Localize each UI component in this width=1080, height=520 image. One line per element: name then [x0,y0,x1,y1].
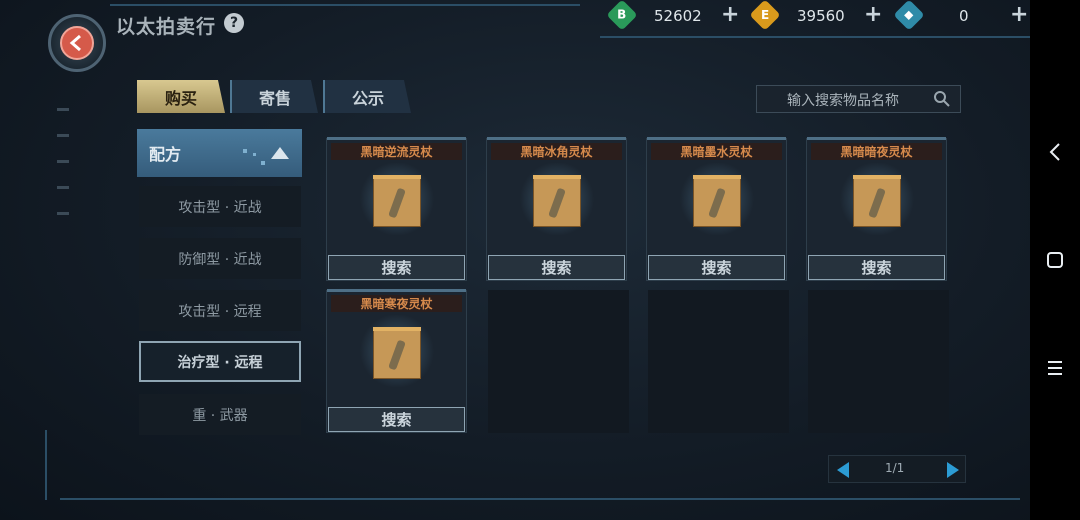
search-item-button[interactable]: 搜索 [808,255,945,280]
currency-b-value: 52602 [654,7,702,25]
currency-e-value: 39560 [797,7,845,25]
currency-e: E [749,0,781,31]
page-title: 以太拍卖行 [116,16,217,38]
tab-announce[interactable]: 公示 [323,80,411,113]
recipe-scroll-icon [853,175,901,227]
search-item-button[interactable]: 搜索 [648,255,785,280]
search-input[interactable]: 输入搜索物品名称 [756,85,961,113]
currency-gem-value: 0 [959,7,969,25]
back-arrow-icon [60,26,94,60]
top-frame-line-right [600,36,1030,38]
side-ticks [57,108,69,238]
tab-buy[interactable]: 购买 [137,80,225,113]
recipe-scroll-icon [373,175,421,227]
item-name: 黑暗冰角灵杖 [491,143,622,160]
search-item-button[interactable]: 搜索 [488,255,625,280]
recipe-scroll-icon [533,175,581,227]
item-card[interactable]: 黑暗寒夜灵杖 搜索 [326,289,467,433]
gem-currency-icon: ◆ [893,0,925,31]
currency-gem: ◆ [893,0,925,31]
card-top-bar [487,137,626,140]
nav-home-icon[interactable] [1030,240,1080,280]
item-card[interactable]: 黑暗暗夜灵杖 搜索 [806,137,947,281]
item-name: 黑暗墨水灵杖 [651,143,782,160]
decor-dot [243,149,247,153]
category-attack-melee[interactable]: 攻击型 · 近战 [139,186,301,227]
bottom-frame-line [60,498,1020,500]
item-card[interactable]: 黑暗逆流灵杖 搜索 [326,137,467,281]
category-header[interactable]: 配方 [137,129,302,177]
category-defense-melee[interactable]: 防御型 · 近战 [139,238,301,279]
item-card[interactable]: 黑暗墨水灵杖 搜索 [646,137,787,281]
e-currency-icon: E [749,0,781,31]
search-item-button[interactable]: 搜索 [328,407,465,432]
search-item-button[interactable]: 搜索 [328,255,465,280]
category-heavy-weapon[interactable]: 重 · 武器 [139,394,301,435]
card-top-bar [327,137,466,140]
next-page-icon[interactable] [947,462,959,478]
collapse-triangle-icon[interactable] [271,147,289,159]
empty-slot [808,290,949,433]
add-e-currency-button[interactable]: + [864,2,882,27]
system-nav-bar [1030,0,1080,520]
help-icon[interactable]: ? [224,13,244,33]
decor-dot [253,153,256,156]
page-indicator: 1/1 [885,461,905,475]
category-attack-ranged[interactable]: 攻击型 · 远程 [139,290,301,331]
category-heal-ranged[interactable]: 治疗型 · 远程 [139,341,301,382]
decor-dot [261,161,265,165]
card-top-bar [647,137,786,140]
auction-screen: 以太拍卖行 ? B 52602 + E 39560 + ◆ 0 + 购买 寄售 … [0,0,1030,520]
search-placeholder: 输入搜索物品名称 [787,93,899,109]
recipe-scroll-icon [373,327,421,379]
search-icon[interactable] [933,90,951,108]
add-gem-currency-button[interactable]: + [1010,2,1028,27]
empty-slot [488,290,629,433]
currency-b: B [606,0,638,31]
left-frame-line [45,430,47,500]
item-name: 黑暗逆流灵杖 [331,143,462,160]
category-header-label: 配方 [149,145,182,164]
item-name: 黑暗寒夜灵杖 [331,295,462,312]
tab-consign[interactable]: 寄售 [230,80,318,113]
add-b-currency-button[interactable]: + [721,2,739,27]
card-top-bar [807,137,946,140]
back-button[interactable] [48,14,106,72]
top-frame-line [110,4,580,6]
recipe-scroll-icon [693,175,741,227]
nav-menu-icon[interactable] [1030,348,1080,388]
card-top-bar [327,289,466,292]
b-currency-icon: B [606,0,638,31]
item-card[interactable]: 黑暗冰角灵杖 搜索 [486,137,627,281]
nav-back-icon[interactable] [1030,132,1080,172]
empty-slot [648,290,789,433]
item-name: 黑暗暗夜灵杖 [811,143,942,160]
prev-page-icon[interactable] [837,462,849,478]
pagination: 1/1 [828,455,966,483]
